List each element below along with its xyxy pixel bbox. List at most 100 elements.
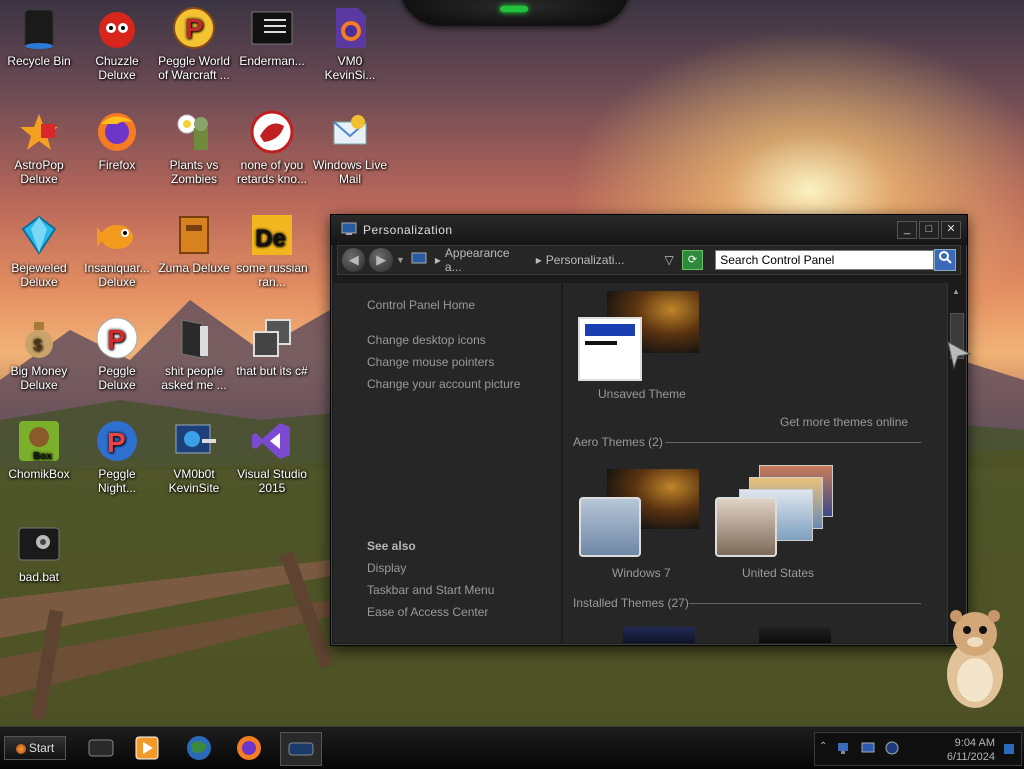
- mail-icon: [328, 110, 372, 154]
- title-bar[interactable]: Personalization _ □ ✕: [331, 215, 967, 245]
- theme-label: Windows 7: [612, 566, 671, 580]
- desktop-icon-chuzzle[interactable]: Chuzzle Deluxe: [78, 6, 156, 82]
- taskbar-globe-icon[interactable]: [182, 732, 216, 764]
- scroll-up-icon[interactable]: ▲: [952, 287, 960, 296]
- address-bar: ◀ ▶ ▼ ▸ Appearance a... ▸ Personalizati.…: [337, 245, 961, 275]
- desktop-icon-peggle-deluxe[interactable]: P Peggle Deluxe: [78, 316, 156, 392]
- desktop-icon-visual-studio[interactable]: Visual Studio 2015: [233, 419, 311, 495]
- taskbar-start-menu-link[interactable]: Taskbar and Start Menu: [367, 583, 494, 597]
- themes-pane: Unsaved Theme Get more themes online Aer…: [563, 283, 947, 643]
- change-desktop-icons-link[interactable]: Change desktop icons: [367, 333, 486, 347]
- desktop-icon-none-of-you[interactable]: none of you retards kno...: [233, 110, 311, 186]
- chuzzle-icon: [95, 6, 139, 50]
- firefox-document-icon: [328, 6, 372, 50]
- desktop-icon-vm0-kevinsi[interactable]: VM0 KevinSi...: [311, 6, 389, 82]
- desktop-icon-some-russian[interactable]: De some russian ran...: [233, 213, 311, 289]
- search-input[interactable]: [715, 250, 935, 270]
- breadcrumb-separator-icon: ▸: [535, 253, 542, 267]
- breadcrumb-appearance[interactable]: Appearance a...: [445, 246, 528, 274]
- volume-icon[interactable]: [885, 741, 899, 758]
- action-center-icon[interactable]: [1003, 743, 1015, 758]
- icon-label: that but its c#: [236, 364, 308, 378]
- icon-label: Peggle Night...: [97, 467, 136, 495]
- icon-label: VM0b0t KevinSite: [168, 467, 220, 495]
- refresh-button[interactable]: ⟳: [681, 250, 704, 270]
- gem-icon: [17, 213, 61, 257]
- start-label: Start: [28, 741, 55, 755]
- icon-label: some russian ran...: [236, 261, 308, 289]
- icon-label: bad.bat: [18, 570, 60, 584]
- change-account-picture-link[interactable]: Change your account picture: [367, 377, 520, 391]
- search-button[interactable]: [934, 249, 956, 271]
- desktop-icon-chomikbox[interactable]: Box ChomikBox: [0, 419, 78, 481]
- desktop-icon-windows-live-mail[interactable]: Windows Live Mail: [311, 110, 389, 186]
- desktop-icon-plants-vs-zombies[interactable]: Plants vs Zombies: [155, 110, 233, 186]
- aero-themes-heading: Aero Themes (2): [573, 435, 663, 449]
- vm-monitor-icon: [172, 419, 216, 463]
- control-panel-icon: [288, 742, 314, 756]
- breadcrumb-separator-icon: ▸: [434, 253, 441, 267]
- vertical-scrollbar[interactable]: ▲: [947, 283, 964, 643]
- breadcrumb-personalization[interactable]: Personalizati...: [546, 253, 625, 267]
- firefox-icon: [95, 110, 139, 154]
- installed-theme-preview[interactable]: [759, 627, 831, 643]
- stacked-windows-icon: [250, 316, 294, 360]
- desktop-icon-zuma[interactable]: Zuma Deluxe: [155, 213, 233, 275]
- taskbar-control-panel-button[interactable]: [280, 732, 322, 766]
- back-button[interactable]: ◀: [342, 248, 366, 272]
- ease-of-access-link[interactable]: Ease of Access Center: [367, 605, 488, 619]
- desktop-icon-vm0b0t[interactable]: VM0b0t KevinSite: [155, 419, 233, 495]
- icon-label: Bejeweled Deluxe: [11, 261, 67, 289]
- start-button[interactable]: Start: [4, 736, 66, 760]
- desktop-icon-shit-people[interactable]: shit people asked me ...: [155, 316, 233, 392]
- personalization-icon: [341, 222, 357, 239]
- plants-vs-zombies-icon: [172, 110, 216, 154]
- taskbar-firefox-icon[interactable]: [232, 732, 266, 764]
- taskbar-media-player-icon[interactable]: [130, 732, 164, 764]
- installed-theme-preview[interactable]: [623, 627, 695, 643]
- recent-pages-dropdown[interactable]: ▼: [396, 255, 405, 265]
- control-panel-icon: [411, 252, 427, 269]
- top-orb-gadget: [400, 0, 630, 26]
- taskbar: Start ⌃ 9:04 AM 6/11/2024: [0, 726, 1024, 769]
- peggle-icon: P: [95, 316, 139, 360]
- clock[interactable]: 9:04 AM 6/11/2024: [915, 736, 995, 764]
- desktop-icon-astropop[interactable]: AstroPop Deluxe: [0, 110, 78, 186]
- desktop-icon-recycle-bin[interactable]: Recycle Bin: [0, 6, 78, 68]
- icon-label: Plants vs Zombies: [169, 158, 219, 186]
- zuma-icon: [172, 213, 216, 257]
- close-button[interactable]: ✕: [941, 221, 961, 239]
- forward-button[interactable]: ▶: [369, 248, 393, 272]
- maximize-button[interactable]: □: [919, 221, 939, 239]
- svg-text:P: P: [107, 427, 126, 458]
- desktop-icon-peggle-wow[interactable]: P Peggle World of Warcraft ...: [155, 6, 233, 82]
- desktop-icon-bad-bat[interactable]: bad.bat: [0, 522, 78, 584]
- window-title: Personalization: [363, 223, 453, 237]
- desktop-icon-big-money[interactable]: $ Big Money Deluxe: [0, 316, 78, 392]
- red-dino-icon: [250, 110, 294, 154]
- show-hidden-icons-icon[interactable]: ⌃: [819, 741, 827, 752]
- desktop-icon-firefox[interactable]: Firefox: [78, 110, 156, 172]
- personalization-window: Personalization _ □ ✕ ◀ ▶ ▼ ▸ Appearance…: [330, 214, 968, 646]
- monitor-icon[interactable]: [861, 741, 875, 758]
- network-icon[interactable]: [837, 741, 851, 758]
- get-more-themes-link[interactable]: Get more themes online: [780, 415, 908, 429]
- search-icon: [939, 251, 952, 264]
- unsaved-theme-preview: [578, 317, 642, 381]
- desktop-icon-enderman[interactable]: Enderman...: [233, 6, 311, 68]
- icon-label: Firefox: [98, 158, 136, 172]
- svg-text:$: $: [33, 337, 42, 354]
- desktop-icon-that-but-its-csharp[interactable]: that but its c#: [233, 316, 311, 378]
- taskbar-drive-icon[interactable]: [84, 732, 118, 764]
- display-link[interactable]: Display: [367, 561, 406, 575]
- address-dropdown-icon[interactable]: ▽: [664, 253, 673, 267]
- icon-label: ChomikBox: [8, 467, 70, 481]
- minimize-button[interactable]: _: [897, 221, 917, 239]
- desktop-icon-insaniquarium[interactable]: Insaniquar... Deluxe: [78, 213, 156, 289]
- desktop-icon-peggle-nights[interactable]: P Peggle Night...: [78, 419, 156, 495]
- desktop-icon-bejeweled[interactable]: Bejeweled Deluxe: [0, 213, 78, 289]
- change-mouse-pointers-link[interactable]: Change mouse pointers: [367, 355, 494, 369]
- control-panel-home-link[interactable]: Control Panel Home: [367, 298, 475, 312]
- installed-themes-heading: Installed Themes (27): [573, 596, 689, 610]
- theme-label: United States: [742, 566, 815, 580]
